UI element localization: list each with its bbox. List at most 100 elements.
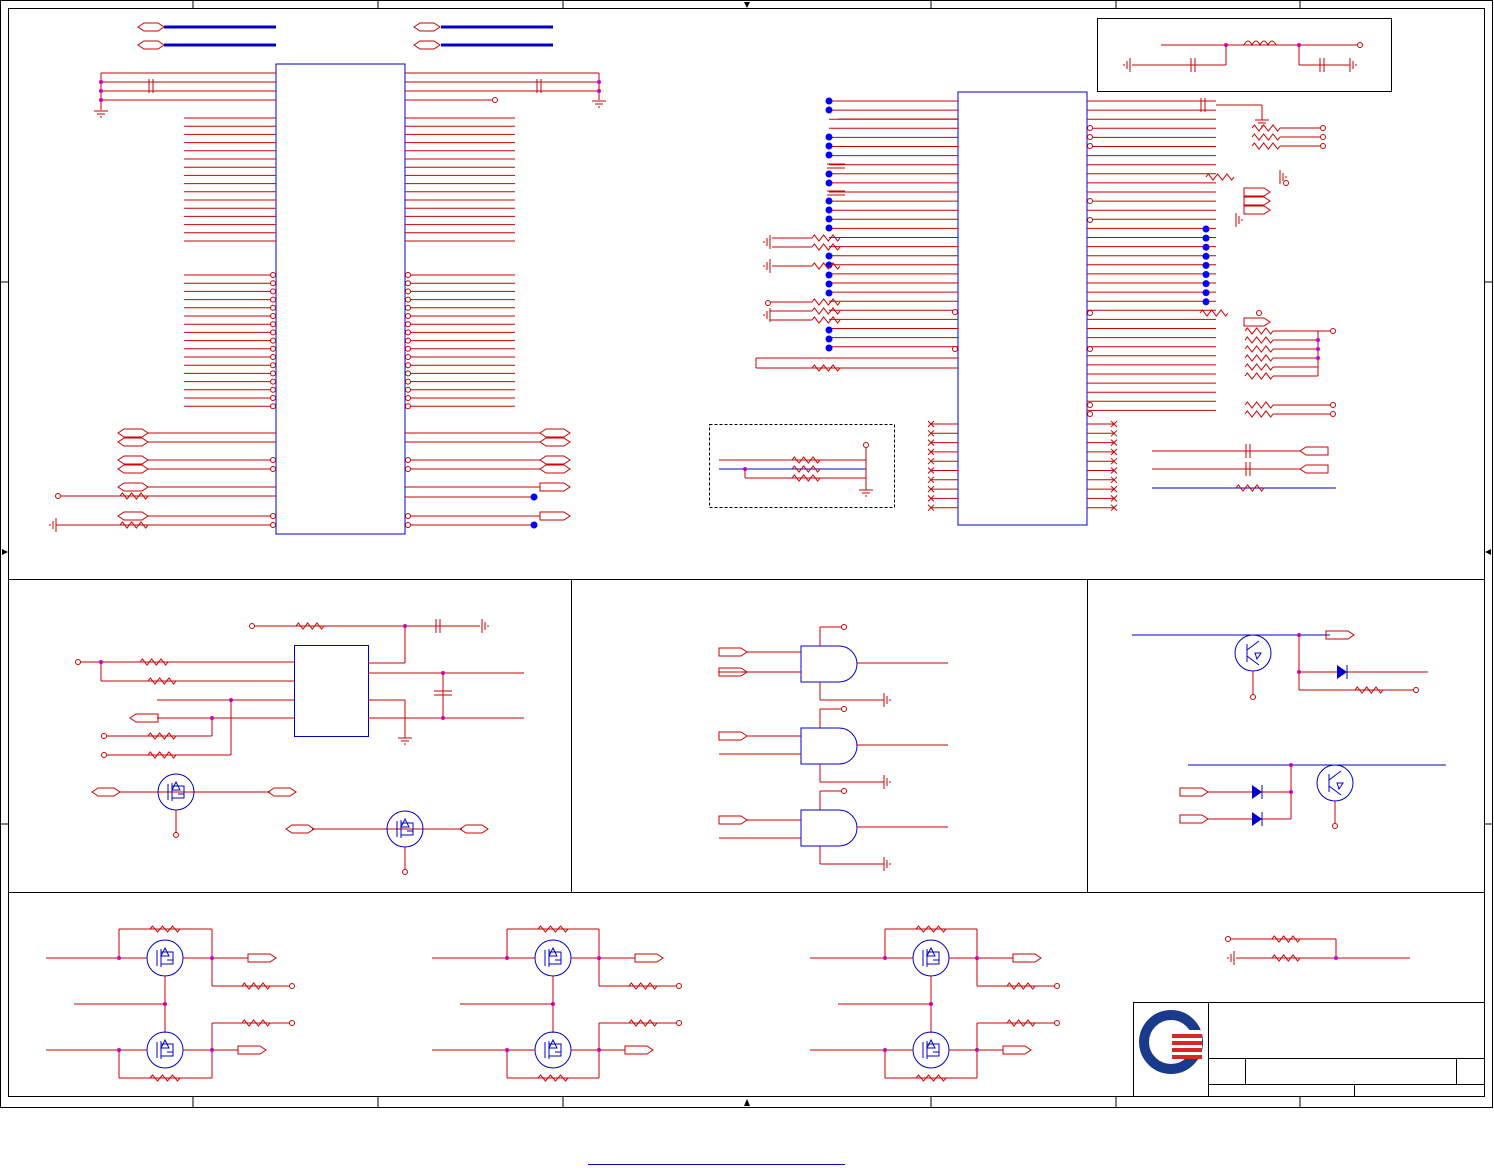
ground-icon: [1227, 951, 1235, 965]
off-page-connector-icon: [137, 40, 165, 50]
ground-icon: [592, 100, 606, 108]
test-point: [1320, 125, 1326, 131]
test-point: [1256, 310, 1262, 316]
no-connect-dot: [1202, 280, 1210, 288]
no-connect-dot: [1202, 271, 1210, 278]
test-point: [270, 296, 276, 303]
diode-icon: [1252, 812, 1263, 826]
off-page-connector-icon: [1179, 814, 1209, 824]
junction: [597, 89, 601, 93]
resistor-icon: [1006, 982, 1036, 990]
junction: [99, 89, 103, 93]
resistor-icon: [628, 1019, 658, 1027]
no-connect-dot: [825, 197, 833, 205]
resistor-icon: [811, 234, 841, 242]
ground-icon: [1349, 58, 1357, 72]
test-point: [841, 788, 847, 794]
off-page-connector-icon: [459, 824, 489, 834]
off-page-connector-icon: [413, 40, 441, 50]
test-point: [270, 386, 276, 393]
off-page-connector-icon: [539, 511, 571, 521]
off-page-connector-icon: [1299, 446, 1329, 456]
and-gate-icon: [800, 645, 858, 683]
test-point: [1357, 42, 1363, 48]
resistor-icon: [811, 307, 841, 315]
no-connect-dot: [825, 151, 833, 159]
resistor-icon: [628, 982, 658, 990]
test-point: [270, 522, 276, 528]
resistor-icon: [1244, 372, 1274, 380]
test-point: [101, 733, 107, 739]
test-point: [405, 288, 411, 295]
test-point: [405, 362, 411, 369]
test-point: [1054, 1020, 1060, 1026]
mosfet-icon: [912, 1031, 950, 1069]
no-connect-dot: [825, 252, 833, 260]
no-connect-dot: [825, 170, 833, 178]
no-connect-dot: [1202, 252, 1210, 260]
off-page-connector-icon: [129, 713, 159, 723]
off-page-connector-icon: [267, 787, 297, 797]
test-point: [405, 370, 411, 377]
half-bridge: [810, 925, 1060, 1082]
ground-icon: [1255, 119, 1269, 127]
test-point: [765, 300, 771, 306]
resistor-icon: [1251, 133, 1281, 141]
and-gate-icon: [800, 727, 858, 765]
off-page-connector-icon: [718, 815, 748, 825]
no-connect-dot: [825, 344, 833, 352]
resistor-icon: [1244, 363, 1274, 371]
resistor-icon: [147, 751, 177, 759]
test-point: [1330, 411, 1336, 417]
test-point: [270, 272, 276, 278]
off-page-connector-icon: [117, 464, 149, 474]
resistor-icon: [1271, 954, 1301, 962]
no-connect-dot: [1202, 261, 1210, 269]
mosfet-icon: [146, 939, 184, 977]
no-connect-dot: [825, 142, 833, 150]
off-page-connector-icon: [718, 647, 748, 657]
off-page-connector-icon: [1243, 317, 1271, 327]
test-point: [249, 623, 255, 629]
no-connect-dot: [825, 97, 833, 105]
resistor-icon: [791, 465, 821, 473]
resistor-icon: [119, 521, 149, 529]
resistor-icon: [241, 982, 271, 990]
ground-icon: [763, 308, 771, 322]
transistor-icon: [1234, 634, 1272, 672]
test-point: [101, 752, 107, 758]
off-page-connector-icon: [1243, 196, 1271, 206]
off-page-connector-icon: [91, 787, 121, 797]
off-page-connector-icon: [117, 482, 149, 492]
resistor-icon: [1251, 124, 1281, 132]
off-page-connector-icon: [237, 1045, 267, 1055]
off-page-connector-icon: [117, 455, 149, 465]
off-page-connector-icon: [1179, 787, 1209, 797]
off-page-connector-icon: [539, 428, 571, 438]
test-point: [405, 321, 411, 328]
ground-icon: [94, 110, 108, 118]
resistor-icon: [811, 316, 841, 324]
off-page-connector-icon: [539, 482, 571, 492]
ground-icon: [481, 619, 489, 633]
bottom-right-resistors: [1225, 935, 1410, 965]
ground-icon: [883, 693, 891, 707]
test-point: [405, 337, 411, 344]
test-point: [1054, 983, 1060, 989]
junction: [99, 98, 103, 102]
test-point: [270, 329, 276, 336]
ground-icon: [763, 235, 771, 249]
test-point: [952, 309, 958, 315]
test-point: [270, 395, 276, 401]
no-connect-dot: [825, 206, 833, 214]
transistor-block: [1132, 630, 1446, 829]
test-point: [405, 296, 411, 303]
resistor-icon: [1205, 173, 1235, 181]
test-point: [1087, 198, 1093, 204]
off-page-connector-icon: [539, 455, 571, 465]
test-point: [405, 378, 411, 385]
off-page-connector-icon: [413, 22, 441, 32]
test-point: [1087, 143, 1093, 149]
test-point: [1332, 823, 1338, 829]
no-connect-dot: [530, 521, 538, 529]
